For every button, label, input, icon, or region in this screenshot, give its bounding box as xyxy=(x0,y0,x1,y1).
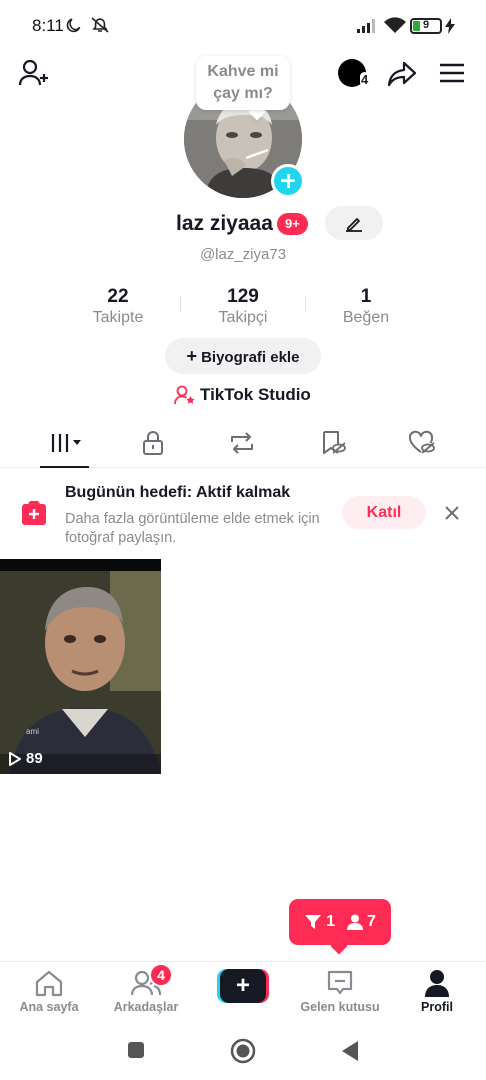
profile-handle: @laz_ziya73 xyxy=(199,246,287,263)
edit-profile-button[interactable] xyxy=(325,206,383,240)
pencil-icon xyxy=(346,218,362,232)
person-icon xyxy=(347,914,363,930)
nav-home[interactable]: Ana sayfa xyxy=(4,968,94,1014)
nav-profile[interactable]: Profil xyxy=(392,968,482,1014)
story-avatar-button[interactable]: 4 xyxy=(338,59,372,89)
home-icon xyxy=(35,970,63,997)
signal-icon xyxy=(357,19,375,33)
close-icon[interactable] xyxy=(441,502,463,524)
share-icon[interactable] xyxy=(387,60,417,88)
inbox-icon xyxy=(327,970,353,995)
charging-icon xyxy=(445,18,455,34)
home-circle-icon[interactable] xyxy=(230,1038,256,1064)
stat-followers-label: Takipçi xyxy=(218,309,268,326)
stat-likes[interactable]: 1 Beğen xyxy=(311,286,421,327)
bottom-navigation: Ana sayfa Arkadaşlar 4 + Gelen kutusu Pr… xyxy=(0,961,486,1021)
name-badge[interactable]: 9+ xyxy=(277,213,308,235)
stat-divider xyxy=(180,296,181,312)
plus-icon: + xyxy=(186,346,198,366)
video-views-count: 89 xyxy=(26,750,43,767)
nav-profile-label: Profil xyxy=(421,1000,453,1014)
add-bio-button[interactable]: + Biyografi ekle xyxy=(165,338,321,374)
nav-inbox-label: Gelen kutusu xyxy=(300,1000,380,1014)
battery-icon: 9 xyxy=(410,18,442,34)
nav-friends-label: Arkadaşlar xyxy=(113,1000,179,1014)
note-bubble-line-2: çay mı? xyxy=(213,85,273,102)
tiktok-studio-link[interactable]: TikTok Studio xyxy=(174,384,311,406)
nav-home-label: Ana sayfa xyxy=(19,1000,79,1014)
tab-favorites[interactable] xyxy=(313,428,353,458)
stat-likes-value: 1 xyxy=(360,286,372,307)
back-icon[interactable] xyxy=(340,1040,360,1062)
create-button[interactable]: + xyxy=(217,969,269,1003)
goal-title: Bugünün hedefi: Aktif kalmak xyxy=(65,484,291,501)
videos-grid-icon xyxy=(51,434,81,452)
profile-icon xyxy=(425,970,449,997)
add-friend-icon[interactable] xyxy=(19,59,49,87)
tab-reposts[interactable] xyxy=(222,428,262,458)
activity-notification-popup[interactable]: 1 7 xyxy=(289,899,391,945)
lock-icon xyxy=(143,431,163,455)
system-navigation-bar xyxy=(0,1021,486,1080)
followers-count: 7 xyxy=(367,913,376,930)
wifi-icon xyxy=(384,17,406,33)
battery-level: 9 xyxy=(423,19,430,31)
video-cover xyxy=(0,559,161,774)
bell-muted-icon xyxy=(91,17,109,33)
content-tabs xyxy=(0,422,486,468)
note-bubble[interactable]: Kahve mi çay mı? xyxy=(196,56,290,110)
play-icon xyxy=(9,751,21,766)
active-tab-indicator xyxy=(40,466,89,468)
menu-icon[interactable] xyxy=(439,63,465,83)
stat-following[interactable]: 22 Takipte xyxy=(63,286,173,327)
video-thumbnail[interactable]: ami 89 xyxy=(0,559,161,774)
add-bio-label: Biyografi ekle xyxy=(201,349,300,366)
heart-hidden-icon xyxy=(408,430,435,454)
studio-person-star-icon xyxy=(174,385,195,405)
bookmark-hidden-icon xyxy=(323,431,346,454)
daily-goal-banner: Bugünün hedefi: Aktif kalmak Daha fazla … xyxy=(0,478,486,552)
filter-icon xyxy=(305,915,322,929)
tab-private[interactable] xyxy=(133,428,173,458)
profile-name: laz ziyaaa xyxy=(176,212,273,235)
status-bar: 8:11 9 xyxy=(0,0,486,52)
note-bubble-line-1: Kahve mi xyxy=(207,63,279,80)
tab-liked[interactable] xyxy=(402,428,442,458)
likes-notification: 1 xyxy=(304,913,335,931)
goal-description: Daha fazla görüntüleme elde etmek için f… xyxy=(65,511,320,546)
stat-followers[interactable]: 129 Takipçi xyxy=(188,286,298,327)
stat-following-value: 22 xyxy=(107,286,129,307)
nav-inbox[interactable]: Gelen kutusu xyxy=(295,968,385,1014)
video-views: 89 xyxy=(8,750,43,767)
stat-followers-value: 129 xyxy=(227,286,259,307)
recent-apps-icon[interactable] xyxy=(127,1041,145,1059)
friends-badge: 4 xyxy=(149,963,173,987)
video-watermark: ami xyxy=(26,727,39,736)
stat-likes-label: Beğen xyxy=(342,309,390,326)
stat-following-label: Takipte xyxy=(92,309,144,326)
status-time: 8:11 xyxy=(32,16,64,35)
repost-icon xyxy=(231,432,253,454)
followers-notification: 7 xyxy=(347,913,376,931)
add-avatar-story-button[interactable] xyxy=(271,164,305,198)
likes-count: 1 xyxy=(326,913,335,930)
create-plus-icon: + xyxy=(220,969,266,1003)
studio-label: TikTok Studio xyxy=(200,385,311,404)
camera-plus-icon xyxy=(22,501,46,525)
stat-divider xyxy=(305,296,306,312)
tab-videos[interactable] xyxy=(45,428,85,458)
story-count: 4 xyxy=(360,72,370,87)
nav-friends[interactable]: Arkadaşlar xyxy=(101,968,191,1014)
join-button[interactable]: Katıl xyxy=(342,496,426,529)
moon-icon xyxy=(66,18,81,33)
